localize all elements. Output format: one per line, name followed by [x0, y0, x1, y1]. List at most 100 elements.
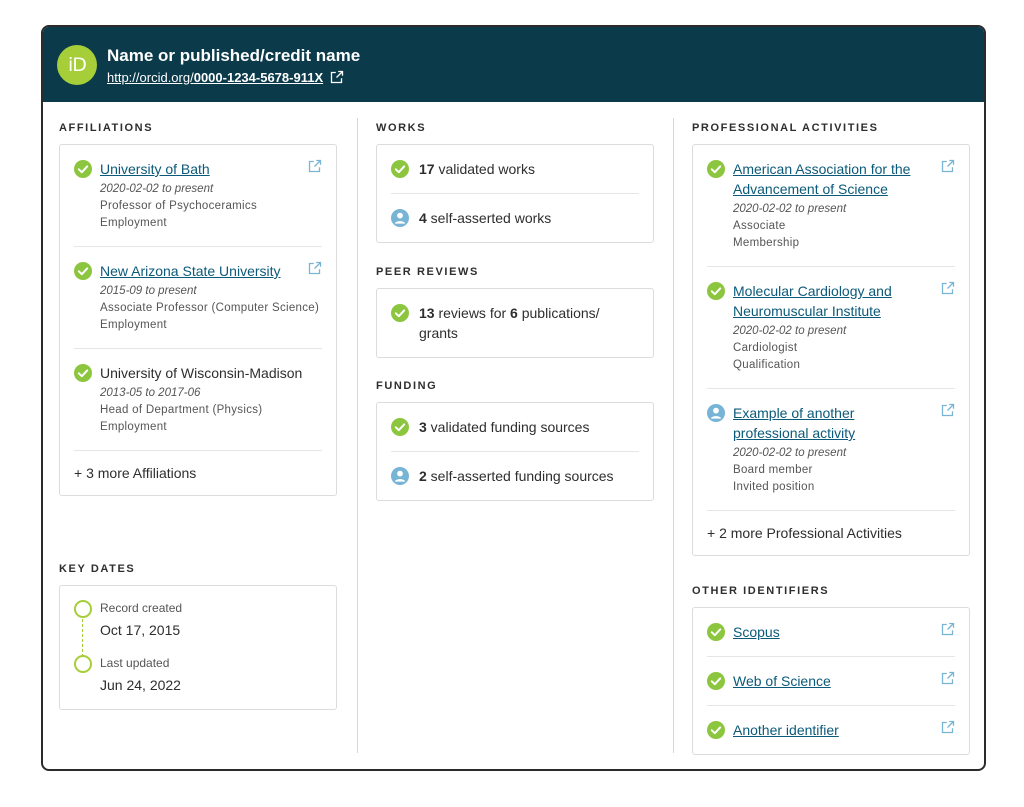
external-link-icon[interactable] [941, 159, 955, 173]
activity-type: Invited position [733, 481, 815, 493]
activity-item: Example of another professional activity… [707, 389, 955, 511]
validated-works-row[interactable]: 17 validated works [391, 145, 639, 194]
timeline-connector [82, 619, 83, 657]
record-columns: AFFILIATIONS University of Bath 2020-02-… [43, 102, 984, 769]
record-created-label: Record created [100, 601, 183, 615]
validated-works-count: 17 [419, 161, 435, 177]
publications-count: 6 [510, 305, 518, 321]
affiliations-title: AFFILIATIONS [59, 122, 154, 134]
works-title: WORKS [376, 122, 427, 134]
funding-title: FUNDING [376, 380, 438, 392]
orcid-url: http://orcid.org/0000-1234-5678-911X [107, 70, 360, 85]
validated-check-icon [707, 721, 725, 739]
self-asserted-funding-text: self-asserted funding sources [426, 468, 614, 484]
activity-link[interactable]: Molecular Cardiology and Neuromuscular I… [733, 281, 955, 321]
right-column: PROFESSIONAL ACTIVITIES American Associa… [692, 102, 970, 769]
activity-date: 2020-02-02 to present [733, 325, 847, 337]
affiliation-item: University of Bath 2020-02-02 to present… [74, 145, 322, 247]
affiliation-role: Associate Professor (Computer Science) [100, 302, 320, 314]
affiliation-role: Professor of Psychoceramics [100, 200, 258, 212]
affiliation-type: Employment [100, 421, 167, 433]
affiliation-link[interactable]: New Arizona State University [100, 261, 322, 281]
affiliation-name: University of Wisconsin-Madison [100, 365, 303, 381]
external-link-icon[interactable] [308, 261, 322, 275]
key-dates-box: Record created Oct 17, 2015 Last updated… [59, 585, 337, 710]
last-updated-value: Jun 24, 2022 [100, 677, 181, 693]
reviews-count: 13 [419, 305, 435, 321]
affiliation-date: 2020-02-02 to present [100, 183, 214, 195]
affiliation-item: University of Wisconsin-Madison 2013-05 … [74, 349, 322, 451]
affiliation-link[interactable]: University of Bath [100, 159, 322, 179]
orcid-id-value: 0000-1234-5678-911X [193, 69, 324, 85]
affiliation-item: New Arizona State University 2015-09 to … [74, 247, 322, 349]
key-dates-timeline: Record created Oct 17, 2015 Last updated… [74, 586, 322, 709]
external-link-icon[interactable] [941, 671, 955, 685]
other-identifiers-title: OTHER IDENTIFIERS [692, 585, 830, 597]
column-divider [357, 118, 358, 753]
last-updated-label: Last updated [100, 656, 170, 670]
more-activities-link[interactable]: + 2 more Professional Activities [707, 511, 955, 555]
validated-check-icon [391, 304, 409, 322]
external-link-icon[interactable] [941, 720, 955, 734]
timeline-dot-icon [74, 600, 92, 618]
external-link-icon[interactable] [941, 622, 955, 636]
other-identifiers-box: Scopus Web of Science Another identifier [692, 607, 970, 755]
header-text: Name or published/credit name http://orc… [107, 45, 360, 85]
self-asserted-funding-row[interactable]: 2 self-asserted funding sources [391, 452, 639, 500]
orcid-record-card: iD Name or published/credit name http://… [41, 25, 986, 771]
key-dates-title: KEY DATES [59, 563, 136, 575]
record-name: Name or published/credit name [107, 45, 361, 65]
works-box: 17 validated works 4 self-asserted works [376, 144, 654, 243]
validated-funding-text: validated funding sources [426, 419, 590, 435]
affiliation-type: Employment [100, 319, 167, 331]
more-affiliations-link[interactable]: + 3 more Affiliations [74, 451, 322, 495]
validated-check-icon [74, 160, 92, 178]
column-divider [673, 118, 674, 753]
validated-check-icon [707, 282, 725, 300]
funding-box: 3 validated funding sources 2 self-asser… [376, 402, 654, 501]
validated-check-icon [707, 160, 725, 178]
validated-check-icon [707, 623, 725, 641]
validated-works-text: validated works [434, 161, 535, 177]
affiliation-date: 2013-05 to 2017-06 [100, 387, 201, 399]
orcid-id-icon: iD [57, 44, 97, 85]
self-asserted-works-count: 4 [419, 210, 427, 226]
activity-date: 2020-02-02 to present [733, 447, 847, 459]
self-asserted-works-text: self-asserted works [426, 210, 552, 226]
record-created-value: Oct 17, 2015 [100, 622, 181, 638]
external-link-icon[interactable] [330, 70, 344, 84]
professional-activities-title: PROFESSIONAL ACTIVITIES [692, 122, 879, 134]
external-link-icon[interactable] [941, 403, 955, 417]
activity-item: American Association for the Advancement… [707, 145, 955, 267]
affiliation-role: Head of Department (Physics) [100, 404, 263, 416]
activity-link[interactable]: American Association for the Advancement… [733, 159, 955, 199]
self-asserted-person-icon [707, 404, 725, 422]
identifier-link[interactable]: Web of Science [733, 671, 955, 691]
activity-type: Qualification [733, 359, 801, 371]
identifier-item: Another identifier [707, 706, 955, 754]
peer-reviews-row[interactable]: 13 reviews for 6 publications/ grants [391, 289, 639, 357]
orcid-logo-text: iD [68, 53, 87, 76]
timeline-dot-icon [74, 655, 92, 673]
activity-role: Associate [733, 220, 786, 232]
external-link-icon[interactable] [308, 159, 322, 173]
middle-column: WORKS 17 validated works 4 self-asserted… [376, 102, 654, 769]
activity-link[interactable]: Example of another professional activity [733, 403, 955, 443]
external-link-icon[interactable] [941, 281, 955, 295]
self-asserted-person-icon [391, 467, 409, 485]
record-header: iD Name or published/credit name http://… [43, 27, 984, 102]
professional-activities-box: American Association for the Advancement… [692, 144, 970, 556]
left-column: AFFILIATIONS University of Bath 2020-02-… [59, 102, 337, 769]
activity-role: Cardiologist [733, 342, 798, 354]
activity-date: 2020-02-02 to present [733, 203, 847, 215]
validated-funding-row[interactable]: 3 validated funding sources [391, 403, 639, 452]
self-asserted-works-row[interactable]: 4 self-asserted works [391, 194, 639, 242]
orcid-url-link[interactable]: http://orcid.org/0000-1234-5678-911X [107, 70, 323, 85]
activity-role: Board member [733, 464, 813, 476]
validated-check-icon [74, 262, 92, 280]
identifier-link[interactable]: Another identifier [733, 720, 955, 740]
peer-reviews-title: PEER REVIEWS [376, 266, 479, 278]
identifier-link[interactable]: Scopus [733, 622, 955, 642]
affiliation-date: 2015-09 to present [100, 285, 197, 297]
activity-type: Membership [733, 237, 800, 249]
